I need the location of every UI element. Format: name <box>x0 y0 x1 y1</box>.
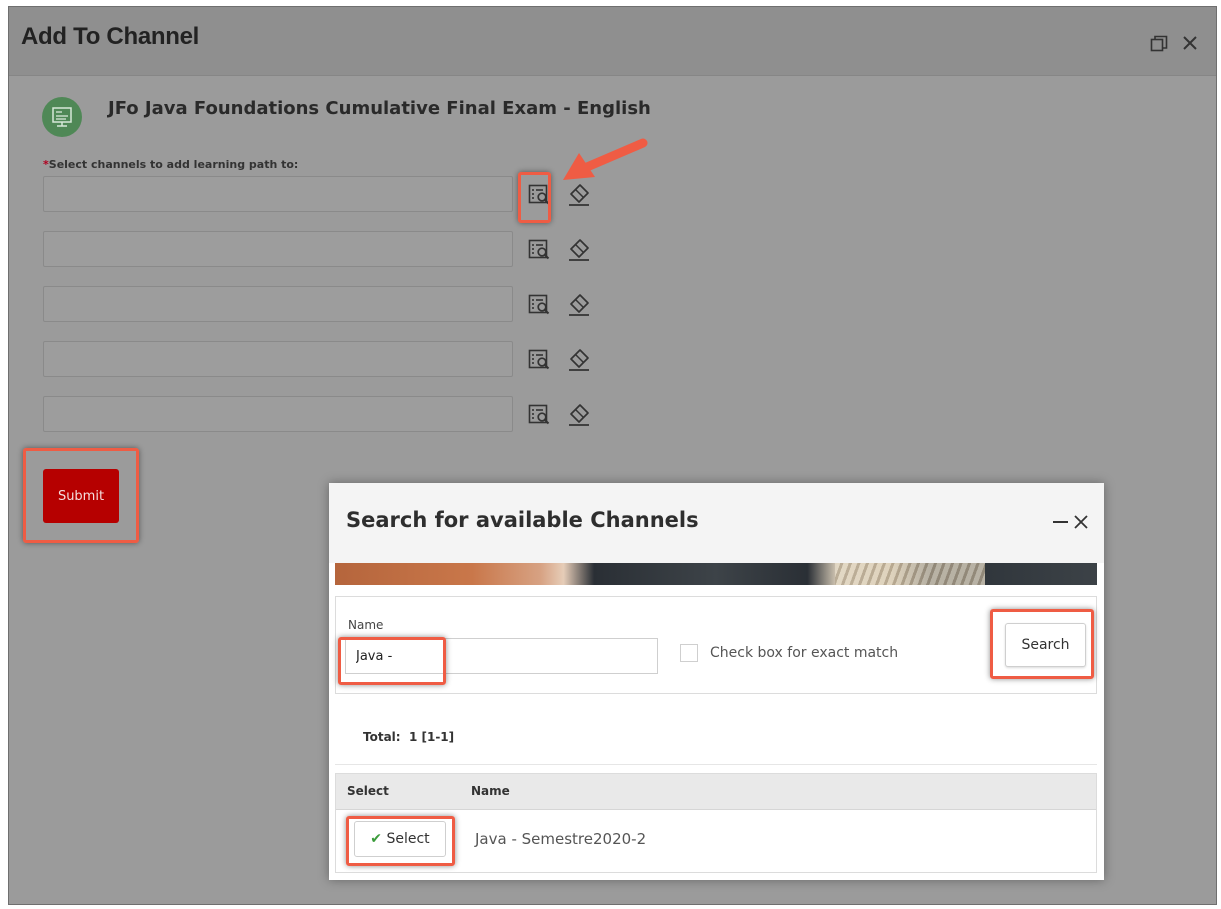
channels-field-label: *Select channels to add learning path to… <box>43 158 298 171</box>
minimize-icon[interactable] <box>1053 521 1068 523</box>
eraser-icon[interactable] <box>566 402 592 428</box>
course-title: JFo Java Foundations Cumulative Final Ex… <box>108 98 651 119</box>
name-search-input[interactable] <box>345 638 658 674</box>
submit-button[interactable]: Submit <box>43 469 119 523</box>
restore-window-icon[interactable] <box>1150 35 1168 53</box>
channel-name: Java - Semestre2020-2 <box>475 830 647 848</box>
modal-title: Search for available Channels <box>346 508 699 532</box>
total-label: Total: <box>363 730 401 744</box>
lookup-list-icon[interactable] <box>527 293 551 317</box>
lookup-list-icon[interactable] <box>527 183 551 207</box>
column-header-name: Name <box>471 784 510 798</box>
callout-arrow-icon <box>563 138 648 180</box>
table-header: Select Name <box>336 774 1096 810</box>
decorative-banner <box>335 563 1097 585</box>
divider <box>335 764 1097 765</box>
lookup-list-icon[interactable] <box>527 238 551 262</box>
close-icon[interactable] <box>1072 513 1090 531</box>
total-value: 1 [1-1] <box>408 730 455 744</box>
lookup-list-icon[interactable] <box>527 348 551 372</box>
results-table: Select Name ✔ Select Java - Semestre2020… <box>335 773 1097 873</box>
channel-input-4[interactable] <box>43 341 513 377</box>
select-button-label: Select <box>386 831 430 847</box>
select-button[interactable]: ✔ Select <box>354 821 446 857</box>
total-count: Total: 1 [1-1] <box>363 730 454 744</box>
channel-input-2[interactable] <box>43 231 513 267</box>
search-panel: Name Check box for exact match Search <box>335 596 1097 694</box>
checkmark-icon: ✔ <box>370 831 383 847</box>
eraser-icon[interactable] <box>566 292 592 318</box>
name-label: Name <box>348 618 384 632</box>
dialog-title: Add To Channel <box>21 23 200 50</box>
dialog-header: Add To Channel <box>9 7 1216 76</box>
course-monitor-icon <box>42 97 82 137</box>
channel-input-5[interactable] <box>43 396 513 432</box>
search-channels-modal: Search for available Channels Name Check… <box>329 483 1104 880</box>
exact-match-checkbox[interactable] <box>680 644 698 662</box>
column-header-select: Select <box>347 784 389 798</box>
modal-header: Search for available Channels <box>329 483 1104 563</box>
channels-field-label-text: Select channels to add learning path to: <box>48 158 299 171</box>
eraser-icon[interactable] <box>566 237 592 263</box>
channel-input-3[interactable] <box>43 286 513 322</box>
banner-stripes <box>835 563 985 585</box>
close-icon[interactable] <box>1180 33 1200 53</box>
search-button[interactable]: Search <box>1005 623 1086 667</box>
lookup-list-icon[interactable] <box>527 403 551 427</box>
eraser-icon[interactable] <box>566 347 592 373</box>
exact-match-label: Check box for exact match <box>710 645 899 661</box>
channel-input-1[interactable] <box>43 176 513 212</box>
